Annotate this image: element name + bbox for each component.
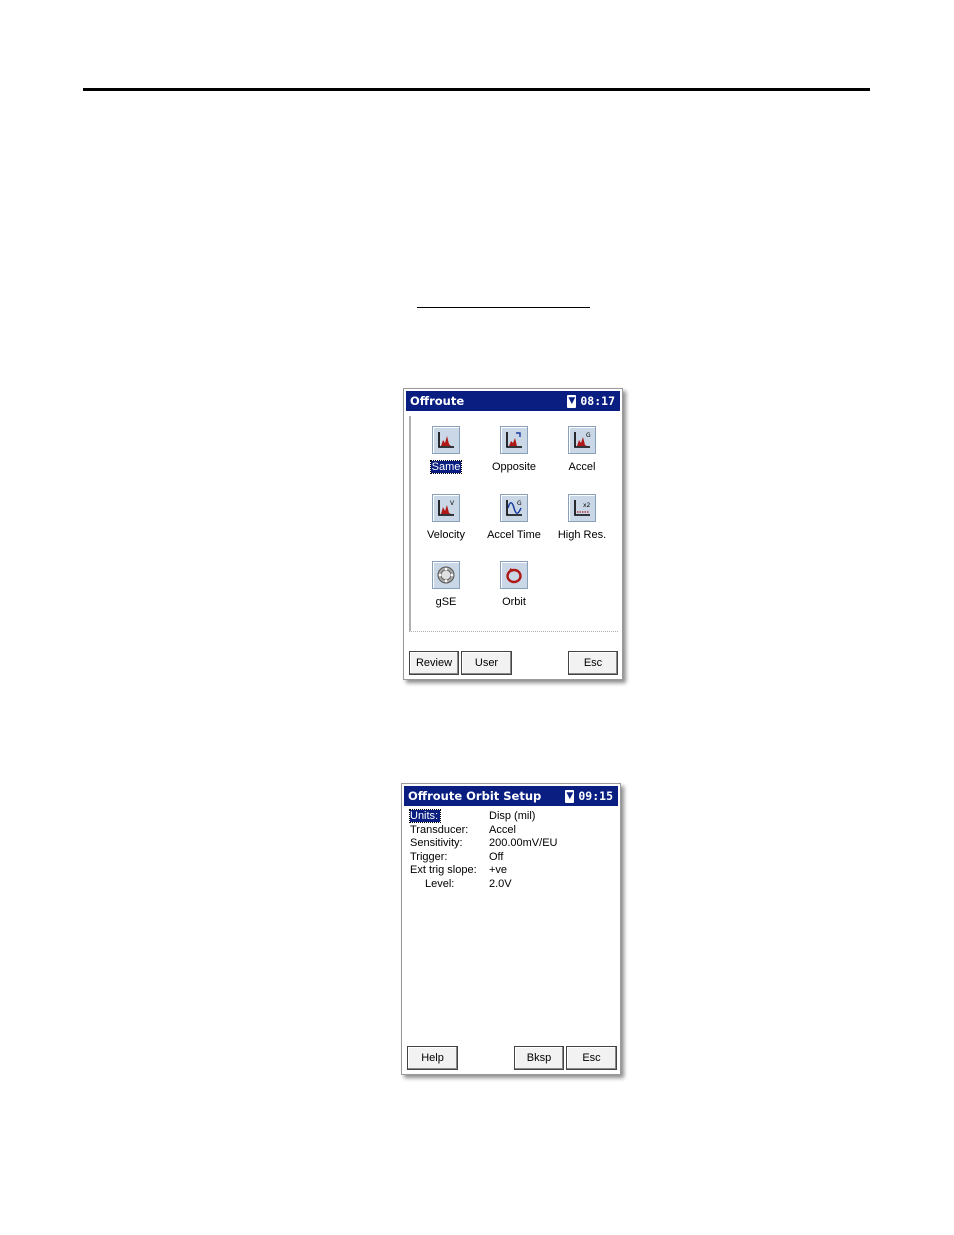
setup-value: Accel: [489, 823, 516, 836]
icon-item-accel-time[interactable]: G Accel Time: [479, 494, 549, 542]
setup-label: Level:: [425, 877, 455, 890]
page-header-rule: [83, 88, 870, 91]
help-button[interactable]: Help: [407, 1046, 458, 1070]
setup-value: +ve: [489, 864, 508, 876]
setup-row-level[interactable]: Level: 2.0V: [410, 878, 610, 892]
svg-text:G: G: [517, 500, 522, 507]
bearing-icon: [432, 561, 460, 589]
setup-label: Ext trig slope:: [410, 864, 477, 876]
icon-label-accel-time: Accel Time: [487, 529, 541, 541]
icon-label-orbit: Orbit: [502, 596, 526, 608]
clock: 08:17: [580, 394, 615, 408]
orbit-setup-titlebar: Offroute Orbit Setup ▼ 09:15: [404, 786, 618, 806]
setup-row-trigger[interactable]: Trigger: Off: [410, 851, 610, 865]
icon-item-orbit[interactable]: Orbit: [479, 561, 549, 609]
setup-value: Off: [489, 850, 504, 863]
offroute-titlebar: Offroute ▼ 08:17: [406, 391, 620, 411]
icon-label-velocity: Velocity: [427, 529, 465, 541]
setup-label: Units:: [408, 809, 442, 823]
window-title: Offroute Orbit Setup: [408, 789, 542, 803]
icon-label-high-res: High Res.: [557, 529, 607, 541]
setup-row-ext-trig-slope[interactable]: Ext trig slope: +ve: [410, 864, 610, 878]
esc-button[interactable]: Esc: [566, 1046, 617, 1070]
spectrum-icon: [432, 426, 460, 454]
icon-item-velocity[interactable]: V Velocity: [411, 494, 481, 542]
setup-value: 2.0V: [489, 877, 512, 890]
icon-item-high-res[interactable]: x2 High Res.: [547, 494, 617, 542]
spectrum-accel-icon: G: [568, 426, 596, 454]
bksp-button[interactable]: Bksp: [514, 1046, 564, 1070]
icon-label-gse: gSE: [435, 596, 457, 608]
blank-underline: [417, 307, 590, 308]
orbit-icon: [500, 561, 528, 589]
offroute-screen: Offroute ▼ 08:17 Same Opposite G Accel V: [403, 388, 623, 680]
high-res-icon: x2: [568, 494, 596, 522]
setup-label: Trigger:: [410, 850, 448, 863]
icon-item-same[interactable]: Same: [411, 426, 481, 474]
window-title: Offroute: [410, 394, 465, 408]
review-button[interactable]: Review: [409, 651, 459, 675]
icon-label-accel: Accel: [568, 461, 596, 473]
icon-item-opposite[interactable]: Opposite: [479, 426, 549, 474]
svg-text:x2: x2: [583, 502, 591, 509]
esc-button[interactable]: Esc: [568, 651, 618, 675]
setup-row-transducer[interactable]: Transducer: Accel: [410, 824, 610, 838]
spectrum-opposite-icon: [500, 426, 528, 454]
icon-label-same: Same: [429, 460, 463, 474]
setup-row-sensitivity[interactable]: Sensitivity: 200.00mV/EU: [410, 837, 610, 851]
setup-value: 200.00mV/EU: [489, 837, 558, 849]
setup-value: Disp (mil): [489, 810, 536, 822]
icon-grid: Same Opposite G Accel V Velocity G Accel…: [409, 416, 618, 632]
user-button[interactable]: User: [461, 651, 512, 675]
setup-label: Transducer:: [410, 823, 469, 836]
icon-item-accel[interactable]: G Accel: [547, 426, 617, 474]
icon-item-gse[interactable]: gSE: [411, 561, 481, 609]
icon-label-opposite: Opposite: [491, 461, 537, 473]
setup-label: Sensitivity:: [410, 837, 463, 849]
svg-text:G: G: [586, 432, 591, 439]
orbit-setup-screen: Offroute Orbit Setup ▼ 09:15 Units: Disp…: [401, 783, 621, 1075]
battery-icon: ▼: [567, 394, 577, 408]
setup-row-units[interactable]: Units: Disp (mil): [408, 809, 610, 824]
waveform-icon: G: [500, 494, 528, 522]
svg-text:V: V: [450, 500, 455, 507]
spectrum-velocity-icon: V: [432, 494, 460, 522]
clock: 09:15: [578, 789, 613, 803]
battery-icon: ▼: [565, 789, 575, 803]
